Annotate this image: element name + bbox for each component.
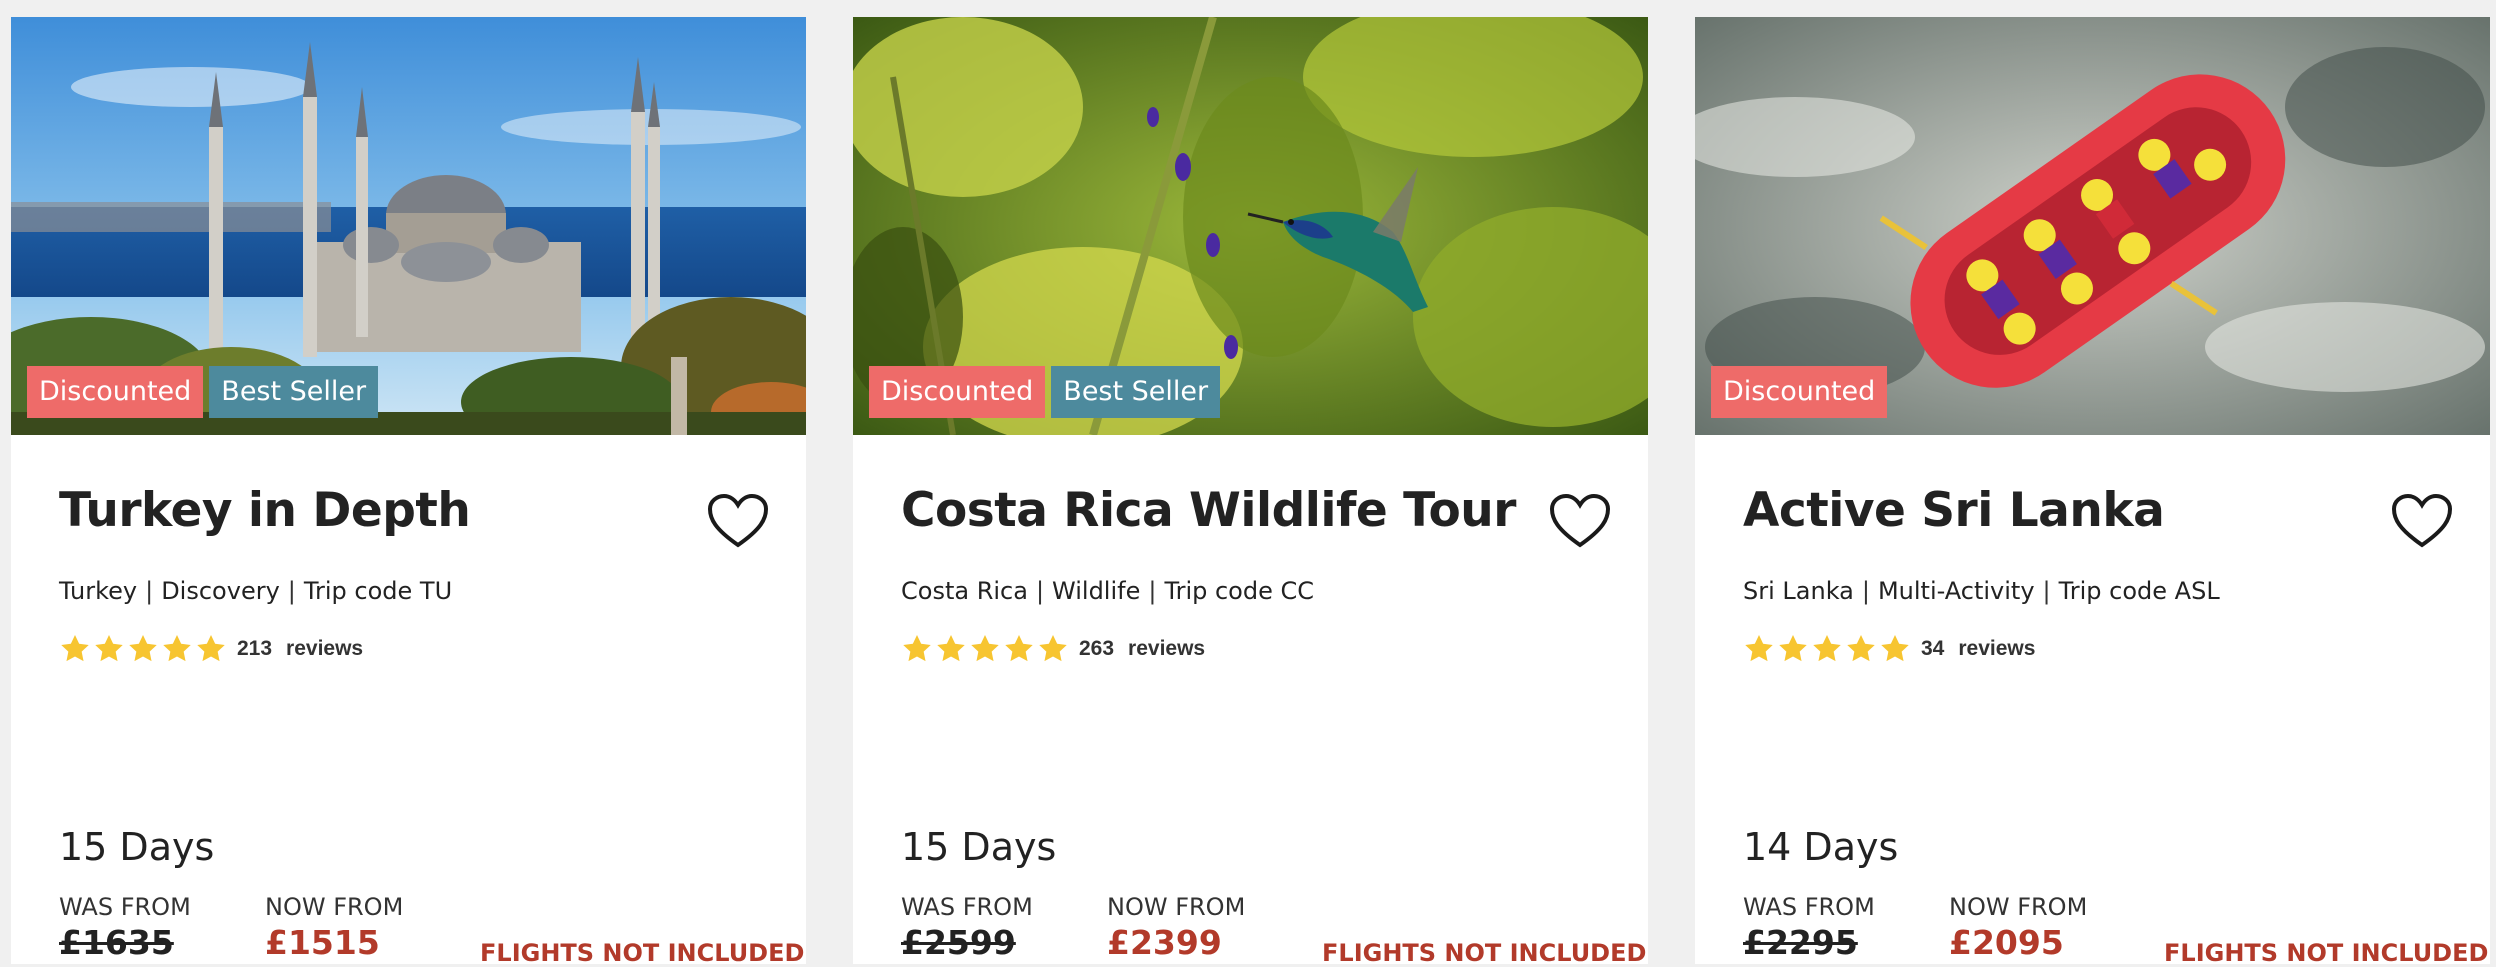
tour-country: Sri Lanka — [1743, 577, 1854, 605]
review-count: 34 — [1921, 637, 1945, 660]
star-icon — [95, 635, 123, 662]
tour-duration: 15 Days — [59, 825, 215, 869]
star-icon — [1813, 635, 1841, 662]
badge-group: Discounted — [1711, 366, 1888, 418]
heart-outline-icon[interactable] — [707, 493, 769, 549]
rating[interactable]: 213 reviews — [59, 631, 363, 667]
tour-style: Discovery — [161, 577, 280, 605]
tour-duration: 14 Days — [1743, 825, 1899, 869]
tour-country: Turkey — [59, 577, 138, 605]
tour-style: Multi-Activity — [1877, 577, 2035, 605]
rating[interactable]: 34 reviews — [1743, 631, 2035, 667]
star-icon — [129, 635, 157, 662]
star-icon — [937, 635, 965, 662]
tour-title[interactable]: Turkey in Depth — [59, 483, 471, 538]
rating[interactable]: 263 reviews — [901, 631, 1205, 667]
now-from-label: NOW FROM — [1107, 893, 1246, 921]
discounted-badge: Discounted — [1711, 366, 1888, 418]
tour-meta: Turkey | Discovery | Trip code TU — [59, 577, 452, 605]
tour-country: Costa Rica — [901, 577, 1028, 605]
discounted-badge: Discounted — [27, 366, 204, 418]
heart-outline-icon[interactable] — [2391, 493, 2453, 549]
tour-card-grid: Discounted Best Seller Turkey in Depth T… — [0, 0, 2496, 967]
original-price: £2295 — [1743, 923, 1858, 962]
badge-group: Discounted Best Seller — [27, 366, 379, 418]
reviews-label: reviews — [1128, 637, 1206, 660]
original-price: £2599 — [901, 923, 1016, 962]
flights-not-included-note: FLIGHTS NOT INCLUDED — [1322, 939, 1647, 967]
star-icon — [1847, 635, 1875, 662]
now-from-label: NOW FROM — [1949, 893, 2088, 921]
original-price: £1635 — [59, 923, 174, 962]
meta-separator: | — [145, 577, 154, 605]
was-from-label: WAS FROM — [59, 893, 191, 921]
heart-outline-icon[interactable] — [1549, 493, 1611, 549]
meta-separator: | — [1148, 577, 1157, 605]
trip-code: Trip code CC — [1164, 577, 1315, 605]
was-from-label: WAS FROM — [901, 893, 1033, 921]
meta-separator: | — [2042, 577, 2051, 605]
star-icon — [1881, 635, 1909, 662]
review-count: 263 — [1079, 637, 1115, 660]
current-price: £2095 — [1949, 923, 2064, 962]
tour-card[interactable]: Discounted Best Seller Turkey in Depth T… — [11, 17, 806, 967]
flights-not-included-note: FLIGHTS NOT INCLUDED — [480, 939, 805, 967]
reviews-label: reviews — [1958, 637, 2036, 660]
reviews-label: reviews — [286, 637, 364, 660]
current-price: £1515 — [265, 923, 380, 962]
tour-meta: Sri Lanka | Multi-Activity | Trip code ASL — [1743, 577, 2220, 605]
tour-card[interactable]: Discounted Best Seller Costa Rica Wildli… — [853, 17, 1648, 967]
badge-group: Discounted Best Seller — [869, 366, 1221, 418]
tour-card[interactable]: Discounted Active Sri Lanka Sri Lanka | Mu… — [1695, 17, 2490, 967]
best-seller-badge: Best Seller — [209, 366, 379, 418]
trip-code: Trip code ASL — [2058, 577, 2220, 605]
meta-separator: | — [287, 577, 296, 605]
flights-not-included-note: FLIGHTS NOT INCLUDED — [2164, 939, 2489, 967]
tour-style: Wildlife — [1052, 577, 1141, 605]
tour-title[interactable]: Costa Rica Wildlife Tour — [901, 483, 1516, 538]
meta-separator: | — [1035, 577, 1045, 605]
star-icon — [1745, 635, 1773, 662]
discounted-badge: Discounted — [869, 366, 1046, 418]
meta-separator: | — [1861, 577, 1870, 605]
review-count: 213 — [237, 637, 273, 660]
now-from-label: NOW FROM — [265, 893, 404, 921]
star-icon — [163, 635, 191, 662]
tour-title[interactable]: Active Sri Lanka — [1743, 483, 2165, 538]
tour-duration: 15 Days — [901, 825, 1057, 869]
star-icon — [1005, 635, 1033, 662]
star-icon — [61, 635, 89, 662]
star-icon — [197, 635, 225, 662]
star-icon — [1039, 635, 1067, 662]
trip-code: Trip code TU — [303, 577, 453, 605]
best-seller-badge: Best Seller — [1051, 366, 1221, 418]
star-icon — [903, 635, 931, 662]
star-icon — [971, 635, 999, 662]
tour-meta: Costa Rica | Wildlife | Trip code CC — [901, 577, 1314, 605]
was-from-label: WAS FROM — [1743, 893, 1875, 921]
current-price: £2399 — [1107, 923, 1222, 962]
star-icon — [1779, 635, 1807, 662]
